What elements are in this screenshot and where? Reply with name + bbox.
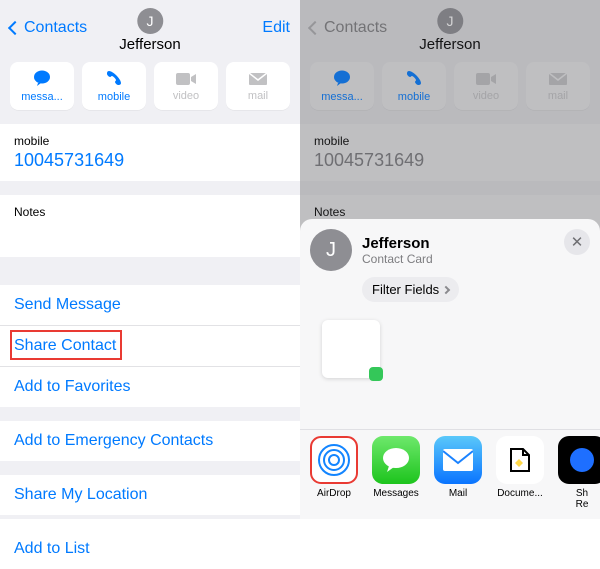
doc-icon [496,436,544,484]
quick-actions: messa... mobile video mail [0,56,300,124]
send-message-row[interactable]: Send Message [0,285,300,326]
sheet-title-block: Jefferson Contact Card [362,235,433,266]
chevron-right-icon [442,285,450,293]
quick-actions-dimmed: messa... mobile video mail [300,56,600,124]
mobile-icon [406,70,422,89]
share-contact-row[interactable]: Share Contact [0,326,300,367]
app-label: AirDrop [317,488,351,499]
contact-name: Jefferson [119,36,180,53]
quick-mail-button[interactable]: mail [226,62,290,110]
quick-mobile-button[interactable]: mobile [82,62,146,110]
add-to-emergency-contacts-row[interactable]: Add to Emergency Contacts [0,421,300,461]
actions-list-3: Share My Location [0,475,300,515]
share-app-sh[interactable]: ShRe [556,436,600,513]
share-app-mail[interactable]: Mail [432,436,484,513]
quick-messa-button: messa... [310,62,374,110]
msg-icon [372,436,420,484]
nav-bar-dimmed: Contacts J Jefferson [300,0,600,56]
close-button[interactable]: ✕ [564,229,590,255]
quick-messa-button[interactable]: messa... [10,62,74,110]
contact-name: Jefferson [419,36,480,53]
nav-center-dimmed: J Jefferson [419,8,480,53]
quick-mail-button: mail [526,62,590,110]
notes-label: Notes [314,205,586,219]
contact-thumbnail[interactable] [322,320,380,378]
quick-label: video [473,90,499,102]
chevron-left-icon [8,21,22,35]
add-to-list-row[interactable]: Add to List [0,529,300,569]
actions-list-2: Add to Emergency Contacts [0,421,300,461]
video-icon [476,71,496,88]
nav-center: J Jefferson [119,8,180,53]
sh-icon [558,436,600,484]
chevron-left-icon [308,21,322,35]
mobile-value: 10045731649 [314,150,586,171]
back-button-dimmed: Contacts [310,19,387,37]
mobile-card-dimmed: mobile 10045731649 [300,124,600,181]
mail-icon [249,71,267,88]
quick-label: mail [548,90,568,102]
share-app-msg[interactable]: Messages [370,436,422,513]
messa-icon [33,70,51,89]
app-label: Messages [373,488,419,499]
mobile-label: mobile [314,134,586,148]
mobile-label: mobile [14,134,286,148]
quick-label: messa... [321,91,363,103]
edit-button[interactable]: Edit [262,19,290,37]
share-my-location-row[interactable]: Share My Location [0,475,300,515]
filter-fields-button[interactable]: Filter Fields [362,277,459,302]
sheet-avatar: J [310,229,352,271]
mobile-value: 10045731649 [14,150,286,171]
app-label: Docume... [497,488,543,499]
notes-label: Notes [14,205,286,219]
share-app-airdrop[interactable]: AirDrop [308,436,360,513]
share-sheet-screen: Contacts J Jefferson messa... mobile video… [300,0,600,519]
quick-mobile-button: mobile [382,62,446,110]
add-to-favorites-row[interactable]: Add to Favorites [0,367,300,407]
quick-video-button[interactable]: video [154,62,218,110]
quick-label: mobile [398,91,430,103]
quick-label: messa... [21,91,63,103]
messa-icon [333,70,351,89]
video-icon [176,71,196,88]
mobile-card[interactable]: mobile 10045731649 [0,124,300,181]
mail-icon [549,71,567,88]
sheet-header: J Jefferson Contact Card ✕ [310,229,590,271]
avatar: J [137,8,163,34]
app-label: Sh [576,488,588,499]
quick-label: video [173,90,199,102]
share-sheet: J Jefferson Contact Card ✕ Filter Fields… [300,219,600,519]
airdrop-icon [310,436,358,484]
share-app-doc[interactable]: Docume... [494,436,546,513]
actions-list-4: Add to List [0,529,300,569]
quick-label: mobile [98,91,130,103]
back-button[interactable]: Contacts [10,19,87,37]
notes-card[interactable]: Notes [0,195,300,257]
highlight-box [10,330,122,360]
back-label: Contacts [24,19,87,37]
contact-detail-screen: Contacts J Jefferson Edit messa... mobile… [0,0,300,519]
nav-bar: Contacts J Jefferson Edit [0,0,300,56]
share-apps-row: AirDrop Messages Mail Docume... ShRe [300,429,600,519]
avatar: J [437,8,463,34]
close-icon: ✕ [571,233,584,251]
sheet-name: Jefferson [362,235,433,252]
sheet-subtitle: Contact Card [362,252,433,266]
app-sublabel: Re [576,499,589,510]
filter-label: Filter Fields [372,282,439,297]
quick-video-button: video [454,62,518,110]
quick-label: mail [248,90,268,102]
app-label: Mail [449,488,467,499]
mail-icon [434,436,482,484]
back-label: Contacts [324,19,387,37]
actions-list-1: Send MessageShare ContactAdd to Favorite… [0,285,300,407]
mobile-icon [106,70,122,89]
